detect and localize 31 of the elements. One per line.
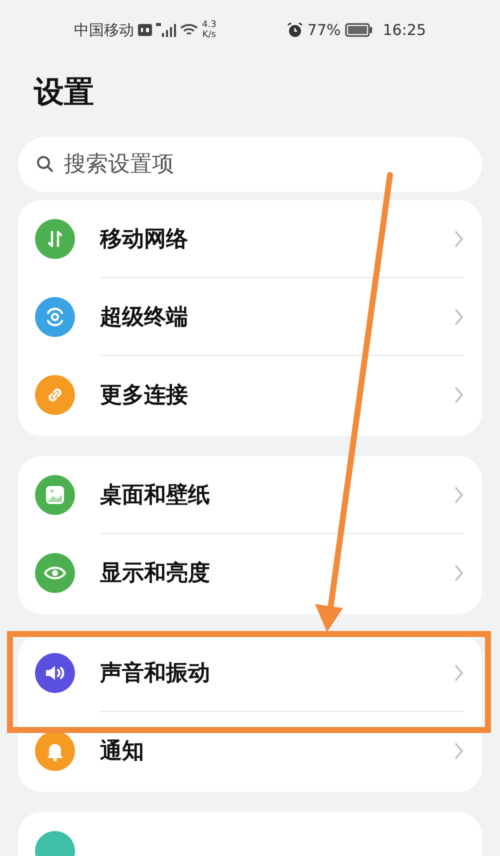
search-field[interactable]: 搜索设置项 xyxy=(18,137,482,192)
battery-icon xyxy=(344,23,373,37)
settings-item[interactable]: 移动网络 xyxy=(18,200,482,278)
settings-item[interactable]: 超级终端 xyxy=(18,278,482,356)
battery-percent: 77% xyxy=(307,21,341,39)
speed-unit: K/s xyxy=(202,30,216,40)
chevron-right-icon xyxy=(454,486,464,504)
signal-icon xyxy=(156,23,176,37)
chevron-right-icon xyxy=(454,564,464,582)
chevron-right-icon xyxy=(454,230,464,248)
page-title: 设置 xyxy=(32,74,95,112)
image-icon xyxy=(44,484,66,506)
chevron-right-icon xyxy=(454,664,464,682)
speaker-icon xyxy=(43,663,67,683)
settings-item[interactable]: 声音和振动 xyxy=(18,634,482,712)
search-icon xyxy=(36,155,54,173)
settings-item[interactable]: 通知 xyxy=(18,712,482,790)
wifi-icon xyxy=(180,23,198,37)
chevron-right-icon xyxy=(454,386,464,404)
carrier-name: 中国移动 xyxy=(74,20,134,40)
chevron-right-icon xyxy=(454,742,464,760)
hd-icon xyxy=(138,24,152,36)
settings-item[interactable]: 更多连接 xyxy=(18,356,482,434)
settings-item[interactable]: 桌面和壁纸 xyxy=(18,456,482,534)
speed-value: 4.3 xyxy=(202,20,216,30)
alarm-clock-icon xyxy=(287,22,304,38)
eye-icon xyxy=(43,564,67,582)
arrows-icon xyxy=(46,229,64,249)
chevron-right-icon xyxy=(454,308,464,326)
clock-time: 16:25 xyxy=(382,21,426,39)
settings-item[interactable]: 显示和亮度 xyxy=(18,534,482,612)
